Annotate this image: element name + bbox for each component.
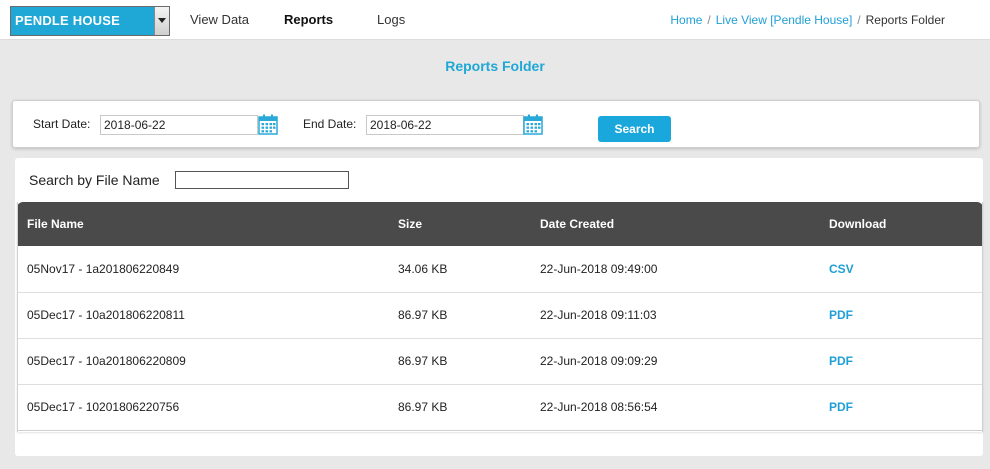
site-selector[interactable]: PENDLE HOUSE	[10, 6, 170, 36]
breadcrumb-current: Reports Folder	[865, 13, 945, 27]
file-size-cell: 86.97 KB	[398, 292, 540, 339]
table-row: 05Dec17 - 10a201806220809 86.97 KB 22-Ju…	[17, 338, 983, 385]
start-date-label: Start Date:	[33, 117, 91, 131]
column-header-file-name: File Name	[27, 217, 84, 231]
file-name-cell: 05Dec17 - 10a201806220811	[17, 292, 398, 339]
file-size-cell: 86.97 KB	[398, 384, 540, 431]
end-date-input[interactable]	[366, 115, 524, 135]
nav-view-data[interactable]: View Data	[190, 12, 249, 27]
download-link[interactable]: PDF	[829, 400, 853, 414]
start-date-input[interactable]	[100, 115, 258, 135]
date-created-cell: 22-Jun-2018 08:56:54	[540, 384, 829, 431]
table-row: 05Dec17 - 10201806220756 86.97 KB 22-Jun…	[17, 384, 983, 431]
file-name-cell: 05Nov17 - 1a201806220849	[17, 246, 398, 293]
calendar-icon[interactable]	[523, 114, 543, 135]
nav-reports[interactable]: Reports	[284, 12, 333, 27]
download-cell: CSV	[829, 246, 983, 293]
breadcrumb: Home / Live View [Pendle House] / Reports Fo…	[670, 13, 945, 27]
top-navigation-bar: PENDLE HOUSE View Data Reports Logs Home…	[0, 0, 990, 40]
table-row: 05Nov17 - 1a201806220849 34.06 KB 22-Jun…	[17, 246, 983, 293]
download-link[interactable]: CSV	[829, 262, 854, 276]
download-link[interactable]: PDF	[829, 308, 853, 322]
download-cell: PDF	[829, 292, 983, 339]
download-link[interactable]: PDF	[829, 354, 853, 368]
date-created-cell: 22-Jun-2018 09:11:03	[540, 292, 829, 339]
file-search-label: Search by File Name	[29, 172, 160, 188]
results-panel: Search by File Name File Name Size Date …	[15, 158, 983, 456]
column-header-download: Download	[829, 217, 887, 231]
download-cell: PDF	[829, 338, 983, 385]
page-title: Reports Folder	[445, 58, 545, 74]
site-selector-value: PENDLE HOUSE	[15, 13, 120, 28]
table-header-row: File Name Size Date Created Download	[17, 202, 983, 246]
date-created-cell: 22-Jun-2018 09:49:00	[540, 246, 829, 293]
column-header-size: Size	[398, 217, 423, 231]
file-name-cell: 05Dec17 - 10a201806220809	[17, 338, 398, 385]
breadcrumb-home[interactable]: Home	[670, 13, 702, 27]
nav-logs[interactable]: Logs	[377, 12, 405, 27]
file-size-cell: 86.97 KB	[398, 338, 540, 385]
breadcrumb-live-view[interactable]: Live View [Pendle House]	[716, 13, 853, 27]
breadcrumb-separator: /	[707, 13, 711, 27]
file-name-cell: 05Dec17 - 10201806220756	[17, 384, 398, 431]
table-row: 05Dec17 - 10a201806220811 86.97 KB 22-Ju…	[17, 292, 983, 339]
search-button[interactable]: Search	[598, 116, 671, 142]
date-filter-panel: Start Date: End Date: Search	[12, 100, 980, 148]
file-size-cell: 34.06 KB	[398, 246, 540, 293]
files-table: File Name Size Date Created Download 05N…	[17, 202, 983, 431]
end-date-label: End Date:	[303, 117, 357, 131]
chevron-down-icon[interactable]	[154, 7, 169, 35]
breadcrumb-separator: /	[857, 13, 861, 27]
download-cell: PDF	[829, 384, 983, 431]
file-search-input[interactable]	[175, 171, 349, 189]
calendar-icon[interactable]	[258, 114, 278, 135]
column-header-date-created: Date Created	[540, 217, 615, 231]
date-created-cell: 22-Jun-2018 09:09:29	[540, 338, 829, 385]
